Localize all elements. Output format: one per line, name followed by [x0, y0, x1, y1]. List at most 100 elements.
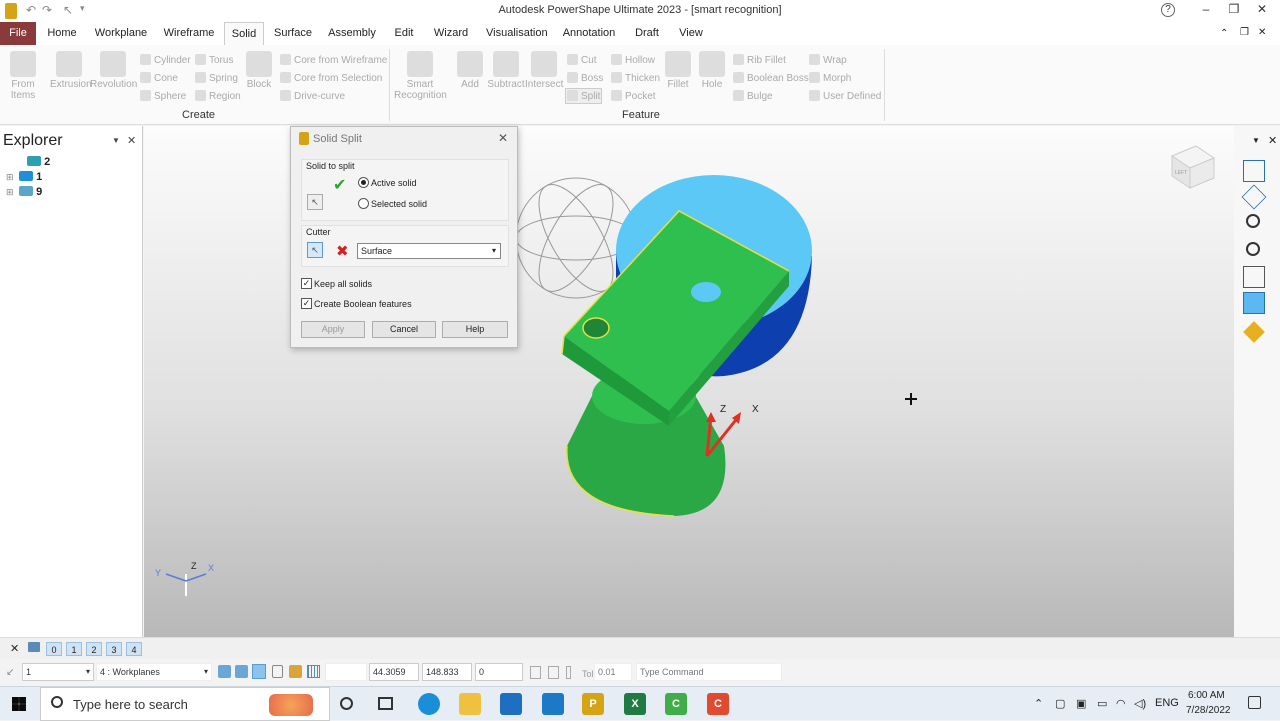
excel-icon[interactable]: X — [624, 693, 646, 715]
minimize-button[interactable]: – — [1196, 2, 1216, 16]
core-from-wireframe-button[interactable]: Core from Wireframe — [280, 54, 387, 66]
apply-button[interactable]: Apply — [301, 321, 365, 338]
levels-icon[interactable] — [28, 642, 40, 652]
expand-icon[interactable]: ⊞ — [6, 187, 14, 198]
restore-button[interactable]: ❐ — [1224, 2, 1244, 16]
command-input[interactable]: Type Command — [636, 663, 782, 681]
intersect-button[interactable]: Intersect — [525, 51, 563, 90]
hollow-button[interactable]: Hollow — [611, 54, 655, 66]
clock-time[interactable]: 6:00 AM — [1188, 690, 1225, 701]
add-button[interactable]: Add — [456, 51, 484, 90]
tab-workplane[interactable]: Workplane — [94, 22, 148, 45]
wireframe-shade-icon[interactable] — [1243, 266, 1265, 288]
wrap-button[interactable]: Wrap — [809, 54, 847, 66]
bulge-button[interactable]: Bulge — [733, 90, 773, 102]
view-cube[interactable] — [1170, 145, 1216, 189]
drive-curve-button[interactable]: Drive-curve — [280, 90, 345, 102]
mail-icon[interactable] — [542, 693, 564, 715]
close-button[interactable]: ✕ — [1252, 2, 1272, 16]
active-solid-radio[interactable] — [358, 177, 369, 188]
tray-expand-icon[interactable]: ⌃ — [1034, 697, 1043, 710]
explorer-dropdown-icon[interactable]: ▼ — [112, 136, 120, 145]
clock-date[interactable]: 7/28/2022 — [1186, 705, 1231, 716]
x-coordinate-value[interactable]: 44.3059 — [369, 663, 419, 681]
view-front-icon[interactable] — [1243, 160, 1265, 182]
tab-assembly[interactable]: Assembly — [328, 22, 376, 45]
shaded-view-icon[interactable] — [1243, 292, 1265, 314]
language-indicator[interactable]: ENG — [1155, 697, 1179, 709]
keep-all-solids-checkbox[interactable]: ✓ — [301, 278, 312, 289]
help-button[interactable]: ? — [1161, 3, 1175, 17]
explorer-close-icon[interactable]: ✕ — [127, 134, 136, 147]
task-view-icon[interactable] — [378, 697, 393, 710]
store-icon[interactable] — [500, 693, 522, 715]
workplane-select[interactable]: 4 : Workplanes ▾ — [96, 663, 212, 681]
taskbar-search[interactable]: Type here to search — [40, 687, 330, 721]
pocket-button[interactable]: Pocket — [611, 90, 656, 102]
view-iso-icon[interactable] — [1241, 184, 1267, 210]
pick-solid-icon[interactable]: ↖ — [307, 194, 323, 210]
tab-wireframe[interactable]: Wireframe — [162, 22, 216, 45]
dialog-close-icon[interactable]: ✕ — [498, 131, 508, 145]
tray-app-icon[interactable]: ▣ — [1076, 697, 1086, 710]
rib-fillet-button[interactable]: Rib Fillet — [733, 54, 786, 66]
extrusion-button[interactable]: Extrusion — [50, 51, 92, 90]
cutter-type-select[interactable]: Surface ▾ — [357, 243, 501, 259]
powershape-taskbar-icon[interactable]: P — [582, 693, 604, 715]
create-boolean-checkbox[interactable]: ✓ — [301, 298, 312, 309]
close-icon[interactable]: ✕ — [10, 642, 19, 655]
cortana-icon[interactable] — [340, 697, 353, 710]
grid-icon[interactable] — [307, 665, 320, 678]
level-tab[interactable]: 2 — [86, 642, 102, 656]
settings-icon[interactable] — [289, 665, 302, 678]
tab-file[interactable]: File — [0, 22, 36, 45]
thicken-button[interactable]: Thicken — [611, 72, 660, 84]
tolerance-field[interactable]: 0.01 — [594, 663, 632, 681]
wifi-icon[interactable]: ◠ — [1116, 697, 1126, 710]
selected-solid-radio[interactable] — [358, 198, 369, 209]
tray-app-icon[interactable]: ▢ — [1055, 697, 1065, 710]
file-explorer-icon[interactable] — [459, 693, 481, 715]
edge-icon[interactable] — [418, 693, 440, 715]
cone-button[interactable]: Cone — [140, 72, 178, 84]
cylinder-button[interactable]: Cylinder — [140, 54, 191, 66]
hole-button[interactable]: Hole — [698, 51, 726, 90]
grid-snap-icon[interactable] — [252, 664, 266, 679]
level-select[interactable]: 1 ▾ — [22, 663, 94, 681]
cancel-button[interactable]: Cancel — [372, 321, 436, 338]
level-tab[interactable]: 4 — [126, 642, 142, 656]
spring-button[interactable]: Spring — [195, 72, 238, 84]
tab-solid[interactable]: Solid — [224, 22, 264, 45]
notifications-icon[interactable] — [1248, 696, 1261, 709]
block-button[interactable]: Block — [244, 51, 274, 90]
help-button[interactable]: Help — [442, 321, 508, 338]
pick-cutter-icon[interactable]: ↖ — [307, 242, 323, 258]
tab-annotation[interactable]: Annotation — [562, 22, 616, 45]
subtract-button[interactable]: Subtract — [487, 51, 525, 90]
tab-draft[interactable]: Draft — [634, 22, 660, 45]
camtasia-green-icon[interactable]: C — [665, 693, 687, 715]
tree-item[interactable]: ⊞ 9 — [6, 186, 42, 198]
region-button[interactable]: Region — [195, 90, 241, 102]
collapse-ribbon-icon[interactable]: ⌃ — [1220, 28, 1228, 39]
from-items-button[interactable]: From Items — [6, 51, 40, 101]
x-coordinate-field[interactable] — [325, 663, 367, 681]
view-toolbar-dropdown-icon[interactable]: ▼ — [1252, 136, 1260, 145]
ruler-icon[interactable] — [548, 666, 559, 679]
boss-button[interactable]: Boss — [567, 72, 603, 84]
tab-home[interactable]: Home — [44, 22, 80, 45]
level-tab[interactable]: 3 — [106, 642, 122, 656]
level-tab[interactable]: 0 — [46, 642, 62, 656]
tab-wizard[interactable]: Wizard — [433, 22, 469, 45]
ribbon-restore-icon[interactable]: ❐ — [1240, 27, 1249, 38]
boolean-boss-button[interactable]: Boolean Boss — [733, 72, 809, 84]
revolution-button[interactable]: Revolution — [90, 51, 137, 90]
z-coordinate-value[interactable]: 0 — [475, 663, 523, 681]
zoom-fit-icon[interactable] — [1246, 242, 1260, 256]
snap-tool-icon[interactable] — [235, 665, 248, 678]
smart-recognition-button[interactable]: Smart Recognition — [394, 51, 447, 101]
morph-button[interactable]: Morph — [809, 72, 851, 84]
core-from-selection-button[interactable]: Core from Selection — [280, 72, 382, 84]
zoom-icon[interactable] — [1246, 214, 1260, 228]
material-icon[interactable] — [1243, 321, 1265, 343]
